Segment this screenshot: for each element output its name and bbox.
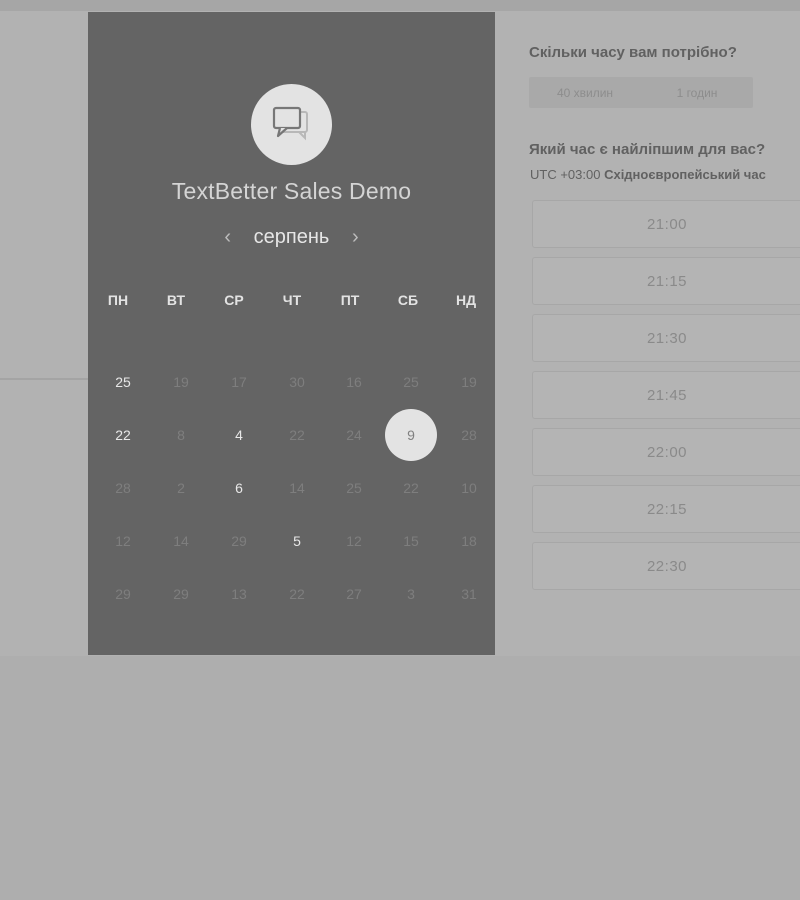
weekday-sun: НД [455,292,477,308]
calendar-day: 3 [407,586,415,602]
calendar-day: 17 [231,374,247,390]
calendar-day[interactable]: 6 [217,476,261,500]
calendar-day: 18 [461,533,477,549]
chat-bubbles-icon [251,84,332,165]
calendar-week-row: 25 19 17 30 16 25 19 [88,370,495,410]
weekday-wed: СР [224,292,244,308]
month-navigation: ‹ серпень › [88,222,495,252]
time-slot[interactable]: 22:30 [532,542,800,590]
time-slot[interactable]: 21:15 [532,257,800,305]
calendar-day[interactable]: 4 [217,423,261,447]
calendar-day: 12 [346,533,362,549]
timezone-name: Східноєвропейський час [604,167,766,182]
time-slot[interactable]: 21:00 [532,200,800,248]
calendar-day: 10 [461,480,477,496]
calendar-day[interactable]: 5 [275,529,319,553]
duration-selector: 40 хвилин 1 годин [529,77,753,108]
calendar-day: 14 [173,533,189,549]
time-slot[interactable]: 21:45 [532,371,800,419]
duration-option-1h[interactable]: 1 годин [641,86,753,100]
time-question: Який час є найліпшим для вас? [529,141,766,158]
weekday-header: ПН ВТ СР ЧТ ПТ СБ НД [88,292,495,312]
calendar-day: 30 [289,374,305,390]
calendar-day: 12 [115,533,131,549]
calendar-day: 19 [461,374,477,390]
calendar-day[interactable]: 22 [101,423,145,447]
prev-month-button[interactable]: ‹ [218,226,238,249]
weekday-mon: ПН [107,292,129,308]
next-month-button[interactable]: › [345,226,365,249]
calendar-day: 31 [461,586,477,602]
calendar-day: 27 [346,586,362,602]
weekday-sat: СБ [397,292,419,308]
month-label: серпень [253,225,330,248]
calendar-day: 8 [177,427,185,443]
calendar-day: 28 [461,427,477,443]
calendar-day: 24 [346,427,362,443]
calendar-day: 29 [231,533,247,549]
calendar-day: 29 [115,586,131,602]
calendar-day[interactable]: 25 [101,370,145,394]
calendar-day: 14 [289,480,305,496]
calendar-day: 22 [289,427,305,443]
divider [0,378,88,380]
duration-question: Скільки часу вам потрібно? [529,44,737,61]
duration-option-40min[interactable]: 40 хвилин [529,86,641,100]
calendar-week-row: 29 29 13 22 27 3 31 [88,582,495,622]
calendar-panel: TextBetter Sales Demo ‹ серпень › ПН ВТ … [88,12,495,655]
time-slot[interactable]: 21:30 [532,314,800,362]
weekday-thu: ЧТ [282,292,302,308]
calendar-day: 25 [403,374,419,390]
calendar-day-selected[interactable]: 9 [385,409,437,461]
timezone-label[interactable]: UTC +03:00 Східноєвропейський час [530,167,766,182]
booking-options: Скільки часу вам потрібно? 40 хвилин 1 г… [529,0,800,656]
time-slot[interactable]: 22:15 [532,485,800,533]
calendar-day: 28 [115,480,131,496]
calendar-day: 15 [403,533,419,549]
calendar-week-row: 28 2 6 14 25 22 10 [88,476,495,516]
time-slot[interactable]: 22:00 [532,428,800,476]
calendar-day: 29 [173,586,189,602]
calendar-day: 22 [289,586,305,602]
calendar-week-row: 12 14 29 5 12 15 18 [88,529,495,569]
calendar-day: 13 [231,586,247,602]
product-title: TextBetter Sales Demo [171,178,412,204]
calendar-day: 2 [177,480,185,496]
calendar-day: 16 [346,374,362,390]
calendar-day: 22 [403,480,419,496]
weekday-tue: ВТ [166,292,186,308]
calendar-day: 19 [173,374,189,390]
timezone-offset: UTC +03:00 [530,167,601,182]
calendar-week-row: 22 8 4 22 24 9 28 [88,409,495,463]
weekday-fri: ПТ [340,292,360,308]
calendar-day: 25 [346,480,362,496]
